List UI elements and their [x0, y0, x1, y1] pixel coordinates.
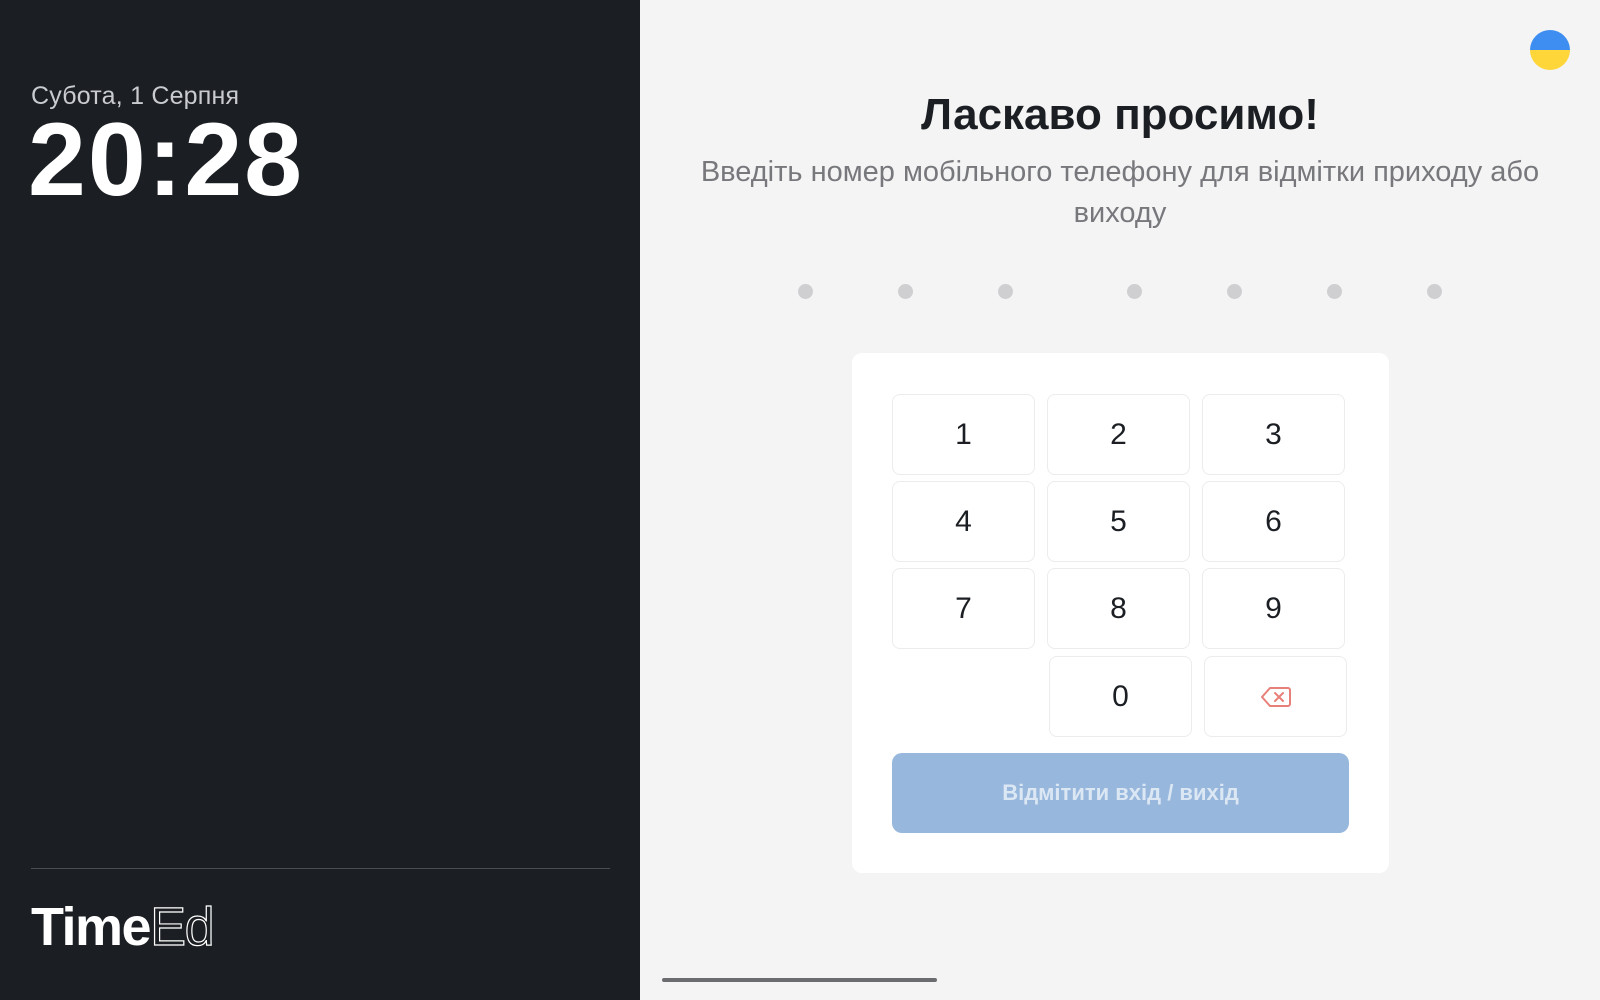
- backspace-icon: [1260, 686, 1291, 707]
- key-9[interactable]: 9: [1202, 568, 1345, 649]
- check-in-out-button[interactable]: Відмітити вхід / вихід: [892, 753, 1349, 833]
- digit-dot: [798, 284, 813, 299]
- key-7[interactable]: 7: [892, 568, 1035, 649]
- ukraine-flag-icon[interactable]: [1530, 30, 1570, 70]
- digit-dot: [1227, 284, 1242, 299]
- key-6[interactable]: 6: [1202, 481, 1345, 562]
- backspace-button[interactable]: [1204, 656, 1347, 737]
- digit-dot: [1427, 284, 1442, 299]
- key-5[interactable]: 5: [1047, 481, 1190, 562]
- key-8[interactable]: 8: [1047, 568, 1190, 649]
- keypad-card: 1 2 3 4 5 6 7 8 9 0 Відмітити вхід / вих…: [852, 353, 1389, 873]
- timeed-logo: TimeEd: [31, 897, 215, 957]
- key-1[interactable]: 1: [892, 394, 1035, 475]
- logo-text-bold: Time: [31, 897, 152, 957]
- key-0[interactable]: 0: [1049, 656, 1192, 737]
- main-panel: Ласкаво просимо! Введіть номер мобільног…: [640, 0, 1600, 1000]
- page-subtitle: Введіть номер мобільного телефону для ві…: [700, 156, 1540, 229]
- digit-dot: [898, 284, 913, 299]
- clock: 20:28: [28, 102, 304, 218]
- divider: [31, 868, 610, 869]
- digit-dot: [1327, 284, 1342, 299]
- logo-text-thin: Ed: [149, 897, 215, 957]
- digit-dot: [998, 284, 1013, 299]
- page-title: Ласкаво просимо!: [921, 90, 1319, 139]
- key-3[interactable]: 3: [1202, 394, 1345, 475]
- home-indicator: [662, 978, 937, 982]
- digit-dot: [1127, 284, 1142, 299]
- key-2[interactable]: 2: [1047, 394, 1190, 475]
- key-4[interactable]: 4: [892, 481, 1035, 562]
- sidebar: Субота, 1 Серпня 20:28 TimeEd: [0, 0, 640, 1000]
- phone-digit-indicators: [640, 284, 1600, 300]
